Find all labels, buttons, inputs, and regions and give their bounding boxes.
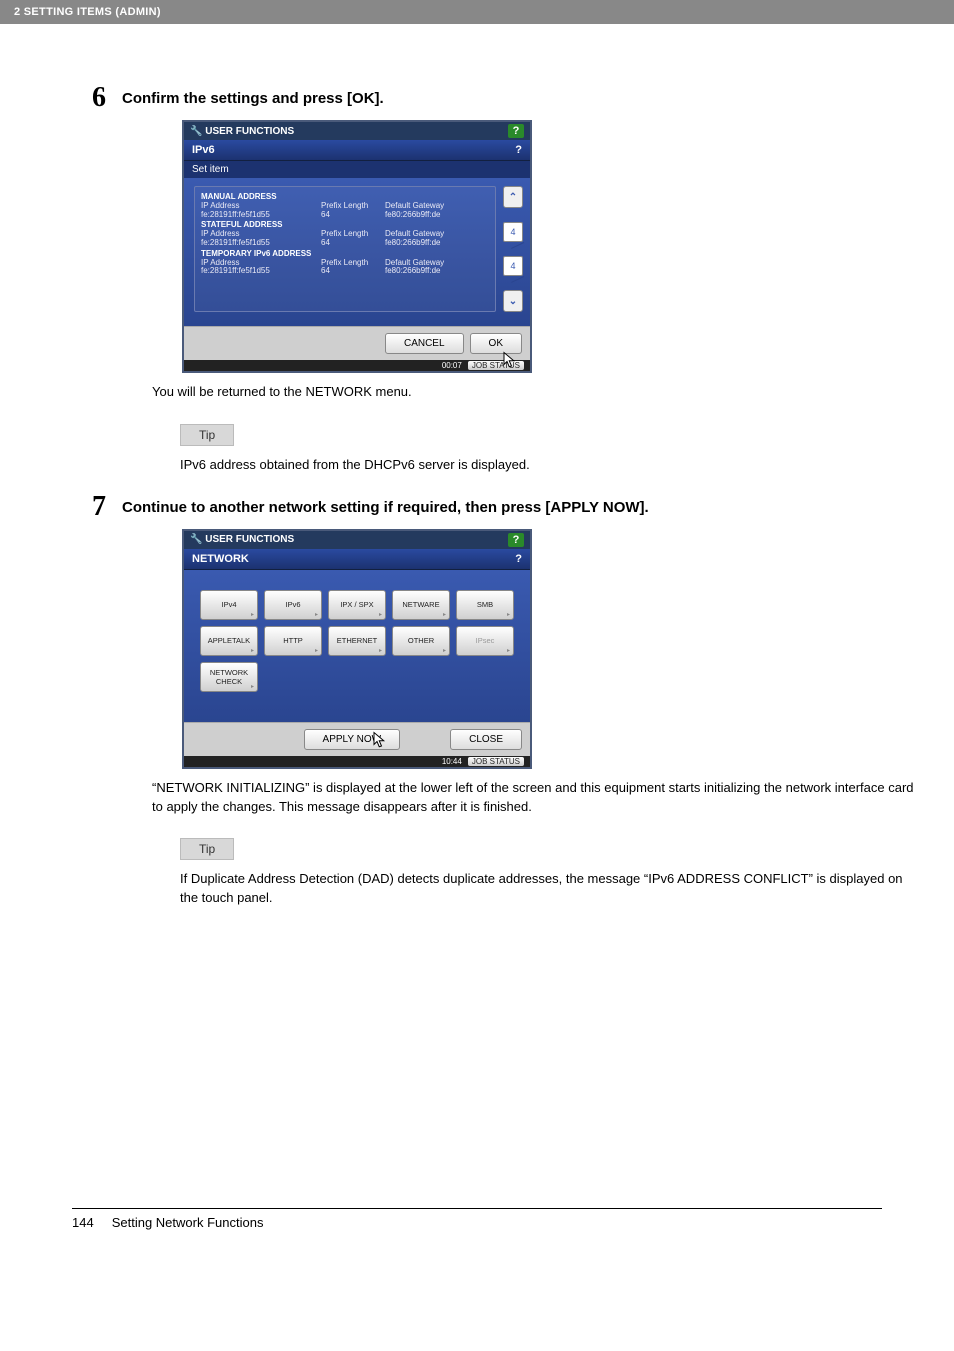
screenshot-ipv6-dialog-wrap: 🔧 USER FUNCTIONS ? IPv6 ? Set item MANUA… xyxy=(182,120,914,373)
ipv4-button[interactable]: IPv4 xyxy=(200,590,258,620)
help-icon[interactable]: ? xyxy=(515,553,522,565)
step-6-title: Confirm the settings and press [OK]. xyxy=(122,84,384,107)
step-6-after-text: You will be returned to the NETWORK menu… xyxy=(152,383,914,402)
step-7-number: 7 xyxy=(72,493,106,521)
ipv6-footer: CANCEL OK xyxy=(184,326,530,360)
scroll-page-indicator-lower: 4 xyxy=(503,256,523,276)
ipxspx-button[interactable]: IPX / SPX xyxy=(328,590,386,620)
window-titlebar: 🔧 USER FUNCTIONS ? xyxy=(184,122,530,140)
screenshot-network-menu-wrap: 🔧 USER FUNCTIONS ? NETWORK ? IPv4 IPv6 I… xyxy=(182,529,914,769)
ipv6-body: MANUAL ADDRESS IP AddressPrefix LengthDe… xyxy=(184,178,530,326)
step-7-row: 7 Continue to another network setting if… xyxy=(72,493,914,521)
network-body: IPv4 IPv6 IPX / SPX NETWARE SMB APPLETAL… xyxy=(184,570,530,722)
step-6-number: 6 xyxy=(72,84,106,112)
tip-label: Tip xyxy=(180,424,234,446)
other-button[interactable]: OTHER xyxy=(392,626,450,656)
ipv6-tab-label: IPv6 xyxy=(192,144,215,156)
ethernet-button[interactable]: ETHERNET xyxy=(328,626,386,656)
tip-label: Tip xyxy=(180,838,234,860)
page-header: 2 SETTING ITEMS (ADMIN) xyxy=(0,0,954,24)
screenshot-network-menu: 🔧 USER FUNCTIONS ? NETWORK ? IPv4 IPv6 I… xyxy=(182,529,532,769)
cancel-button[interactable]: CANCEL xyxy=(385,333,464,354)
network-footer: APPLY NOW CLOSE xyxy=(184,722,530,756)
status-time: 00:07 xyxy=(442,361,462,370)
ipv6-button[interactable]: IPv6 xyxy=(264,590,322,620)
smb-button[interactable]: SMB xyxy=(456,590,514,620)
window-title-text: 🔧 USER FUNCTIONS xyxy=(190,534,294,545)
network-tab-header: NETWORK ? xyxy=(184,549,530,570)
cursor-icon xyxy=(372,731,388,749)
network-button-grid: IPv4 IPv6 IPX / SPX NETWARE SMB APPLETAL… xyxy=(194,590,520,692)
ipv6-row: fe:28191ff:fe5f1d5564fe80:266b9ff:de xyxy=(201,267,489,276)
statusbar: 10:44 JOB STATUS xyxy=(184,756,530,767)
job-status-button[interactable]: JOB STATUS xyxy=(468,757,524,766)
close-button[interactable]: CLOSE xyxy=(450,729,522,750)
screenshot-ipv6-dialog: 🔧 USER FUNCTIONS ? IPv6 ? Set item MANUA… xyxy=(182,120,532,373)
help-icon[interactable]: ? xyxy=(508,533,524,547)
page-number: 144 xyxy=(72,1215,94,1230)
scroll-page-indicator-upper: 4 xyxy=(503,222,523,242)
scroll-up-button[interactable]: ⌃ xyxy=(503,186,523,208)
help-icon[interactable]: ? xyxy=(508,124,524,138)
ipv6-address-list: MANUAL ADDRESS IP AddressPrefix LengthDe… xyxy=(194,186,496,312)
page-footer: 144 Setting Network Functions xyxy=(72,1208,882,1230)
http-button[interactable]: HTTP xyxy=(264,626,322,656)
statusbar: 00:07 JOB STATUS xyxy=(184,360,530,371)
tip-body: If Duplicate Address Detection (DAD) det… xyxy=(180,870,914,908)
ipsec-button[interactable]: IPsec xyxy=(456,626,514,656)
ipv6-tab-header: IPv6 ? xyxy=(184,140,530,161)
help-icon[interactable]: ? xyxy=(515,144,522,156)
netware-button[interactable]: NETWARE xyxy=(392,590,450,620)
ipv6-scrollbar: ⌃ 4 4 ⌄ xyxy=(502,186,524,312)
ipv6-row: fe:28191ff:fe5f1d5564fe80:266b9ff:de xyxy=(201,211,489,220)
page-title: Setting Network Functions xyxy=(112,1215,264,1230)
network-check-button[interactable]: NETWORK CHECK xyxy=(200,662,258,692)
ipv6-row: fe:28191ff:fe5f1d5564fe80:266b9ff:de xyxy=(201,239,489,248)
scroll-down-button[interactable]: ⌄ xyxy=(503,290,523,312)
window-titlebar: 🔧 USER FUNCTIONS ? xyxy=(184,531,530,549)
tip-body: IPv6 address obtained from the DHCPv6 se… xyxy=(180,456,914,475)
appletalk-button[interactable]: APPLETALK xyxy=(200,626,258,656)
cursor-icon xyxy=(502,351,518,369)
status-time: 10:44 xyxy=(442,757,462,766)
ipv6-subtitle: Set item xyxy=(184,161,530,178)
network-tab-label: NETWORK xyxy=(192,553,249,565)
page-content: 6 Confirm the settings and press [OK]. 🔧… xyxy=(0,24,954,948)
step-7-title: Continue to another network setting if r… xyxy=(122,493,649,516)
step-6-row: 6 Confirm the settings and press [OK]. xyxy=(72,84,914,112)
breadcrumb: 2 SETTING ITEMS (ADMIN) xyxy=(14,6,161,18)
window-title-text: 🔧 USER FUNCTIONS xyxy=(190,126,294,137)
step-7-after-text: “NETWORK INITIALIZING” is displayed at t… xyxy=(152,779,914,817)
